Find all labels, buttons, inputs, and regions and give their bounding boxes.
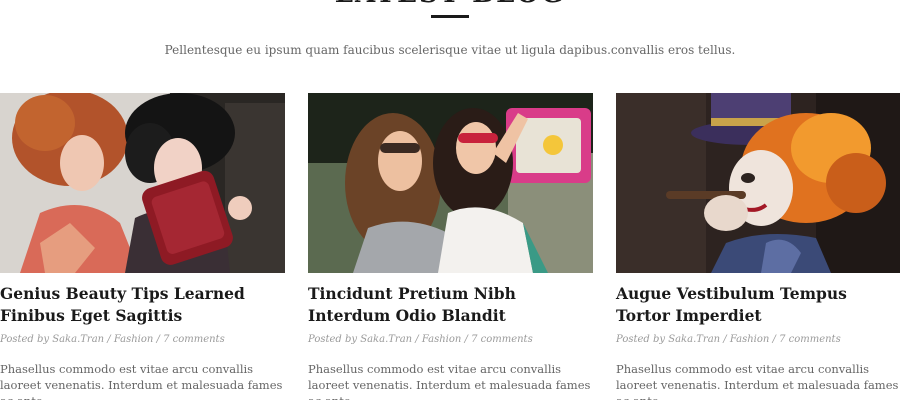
post-meta: Posted by Saka.Tran / Fashion / 7 commen… xyxy=(308,333,593,347)
author-link[interactable]: Saka.Tran xyxy=(360,334,412,345)
posted-by-label: Posted by xyxy=(308,334,358,345)
post-meta: Posted by Saka.Tran / Fashion / 7 commen… xyxy=(616,333,900,347)
fashion-models-image xyxy=(0,93,285,273)
post-image-link[interactable] xyxy=(308,93,593,273)
title-underline xyxy=(431,15,469,18)
category-link[interactable]: Fashion xyxy=(422,334,461,345)
post-excerpt: Phasellus commodo est vitae arcu convall… xyxy=(616,362,899,400)
meta-separator: / xyxy=(107,334,111,345)
summer-girls-image xyxy=(308,93,593,273)
post-image-link[interactable] xyxy=(0,93,285,273)
comments-link[interactable]: 7 comments xyxy=(471,334,533,345)
meta-separator: / xyxy=(723,334,727,345)
meta-separator: / xyxy=(772,334,776,345)
posted-by-label: Posted by xyxy=(616,334,666,345)
comments-link[interactable]: 7 comments xyxy=(163,334,225,345)
section-subtitle: Pellentesque eu ipsum quam faucibus scel… xyxy=(164,43,736,57)
author-link[interactable]: Saka.Tran xyxy=(668,334,720,345)
post-title-link[interactable]: Genius Beauty Tips Learned Finibus Eget … xyxy=(0,283,285,327)
blog-post-card: Tincidunt Pretium Nibh Interdum Odio Bla… xyxy=(308,93,593,400)
post-meta: Posted by Saka.Tran / Fashion / 7 commen… xyxy=(0,333,285,347)
costume-portrait-image xyxy=(616,93,900,273)
post-excerpt: Phasellus commodo est vitae arcu convall… xyxy=(308,362,591,400)
author-link[interactable]: Saka.Tran xyxy=(52,334,104,345)
post-excerpt: Phasellus commodo est vitae arcu convall… xyxy=(0,362,283,400)
meta-separator: / xyxy=(415,334,419,345)
post-image-link[interactable] xyxy=(616,93,900,273)
blog-post-card: Augue Vestibulum Tempus Tortor Imperdiet… xyxy=(616,93,900,400)
category-link[interactable]: Fashion xyxy=(730,334,769,345)
blog-post-card: Genius Beauty Tips Learned Finibus Eget … xyxy=(0,93,285,400)
meta-separator: / xyxy=(464,334,468,345)
section-title: LATEST BLOG xyxy=(0,0,900,8)
meta-separator: / xyxy=(156,334,160,345)
comments-link[interactable]: 7 comments xyxy=(779,334,841,345)
category-link[interactable]: Fashion xyxy=(114,334,153,345)
posted-by-label: Posted by xyxy=(0,334,50,345)
post-title-link[interactable]: Tincidunt Pretium Nibh Interdum Odio Bla… xyxy=(308,283,593,327)
post-title-link[interactable]: Augue Vestibulum Tempus Tortor Imperdiet xyxy=(616,283,900,327)
